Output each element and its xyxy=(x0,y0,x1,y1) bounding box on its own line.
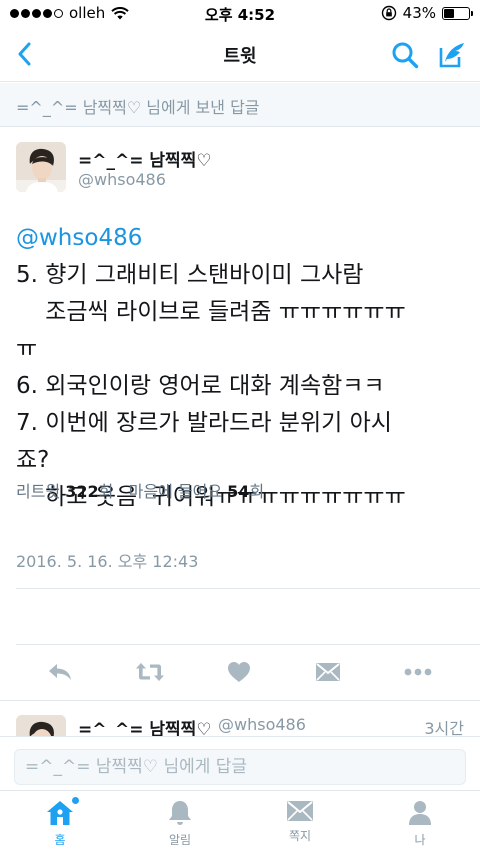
compose-button[interactable] xyxy=(434,38,470,72)
tab-home[interactable]: 홈 xyxy=(20,797,100,853)
tweet-timestamp: 2016. 5. 16. 오후 12:43 xyxy=(16,552,199,571)
tab-label: 홈 xyxy=(54,833,66,847)
status-bar: olleh 오후 4:52 43% xyxy=(0,0,480,26)
tab-label: 알림 xyxy=(168,833,192,847)
preview-author-handle: @whso486 xyxy=(218,715,306,734)
rotation-lock-icon xyxy=(381,5,396,21)
mention-link[interactable]: @whso486 xyxy=(16,220,466,257)
more-button[interactable] xyxy=(398,654,438,690)
retweet-count: 322 xyxy=(65,482,99,501)
retweet-icon xyxy=(136,663,164,681)
tab-label: 나 xyxy=(414,833,426,847)
reply-context-banner[interactable]: =^_^= 남찍찍♡ 님에게 보낸 답글 xyxy=(0,83,480,127)
tweet-stats[interactable]: 리트윗 322회 마음에 들어요 54회 xyxy=(16,478,264,502)
reply-icon xyxy=(49,664,71,680)
heart-icon xyxy=(228,662,250,682)
envelope-icon xyxy=(287,801,313,821)
tweet-line: 5. 향기 그래비티 스탠바이미 그사람 xyxy=(16,262,364,288)
tab-messages[interactable]: 쪽지 xyxy=(260,799,340,853)
navigation-bar: 트윗 xyxy=(0,26,480,82)
tweet-line: 6. 외국인이랑 영어로 대화 계속함ㅋㅋ xyxy=(16,373,385,399)
home-icon xyxy=(47,801,73,825)
tab-bar: 홈 알림 쪽지 나 xyxy=(0,790,480,854)
divider xyxy=(0,700,480,701)
retweet-unit: 회 xyxy=(98,482,114,501)
reply-button[interactable] xyxy=(40,654,80,690)
more-icon xyxy=(404,668,432,676)
tweet-line: 죠? xyxy=(16,447,50,473)
avatar-image xyxy=(16,142,66,192)
retweet-stat-label: 리트윗 xyxy=(16,482,61,501)
tab-label: 쪽지 xyxy=(288,829,312,843)
like-unit: 회 xyxy=(249,482,265,501)
compose-icon xyxy=(439,43,464,68)
avatar[interactable] xyxy=(16,142,66,192)
divider xyxy=(16,588,480,589)
reply-bar xyxy=(0,736,480,790)
like-stat-label: 마음에 들어요 xyxy=(128,482,223,501)
battery-percent: 43% xyxy=(402,4,436,22)
retweet-button[interactable] xyxy=(130,654,170,690)
person-icon xyxy=(409,801,431,825)
battery-icon xyxy=(442,6,473,20)
battery-level xyxy=(444,8,455,18)
bell-icon xyxy=(169,801,191,825)
tab-notifications[interactable]: 알림 xyxy=(140,799,220,853)
tab-me[interactable]: 나 xyxy=(380,799,460,853)
tweet-text: @whso486 5. 향기 그래비티 스탠바이미 그사람 조금씩 라이브로 들… xyxy=(16,220,466,516)
author-name[interactable]: =^_^= 남찍찍♡ xyxy=(78,146,212,171)
author-handle[interactable]: @whso486 xyxy=(78,170,166,189)
search-icon xyxy=(392,42,419,69)
like-count: 54 xyxy=(227,482,250,501)
tweet-line: 7. 이번에 장르가 발라드라 분위기 아시 xyxy=(16,410,392,436)
notification-dot xyxy=(72,797,79,804)
direct-message-button[interactable] xyxy=(308,654,348,690)
tweet-line: 조금씩 라이브로 들려줌 ㅠㅠㅠㅠㅠㅠ xyxy=(16,299,406,325)
status-right: 43% xyxy=(381,4,473,22)
tweet-line: ㅠ xyxy=(16,336,38,362)
tweet-actions xyxy=(0,650,480,696)
reply-input[interactable] xyxy=(14,749,466,785)
dm-icon xyxy=(316,663,340,681)
search-button[interactable] xyxy=(388,38,422,72)
like-button[interactable] xyxy=(219,654,259,690)
divider xyxy=(16,644,480,645)
